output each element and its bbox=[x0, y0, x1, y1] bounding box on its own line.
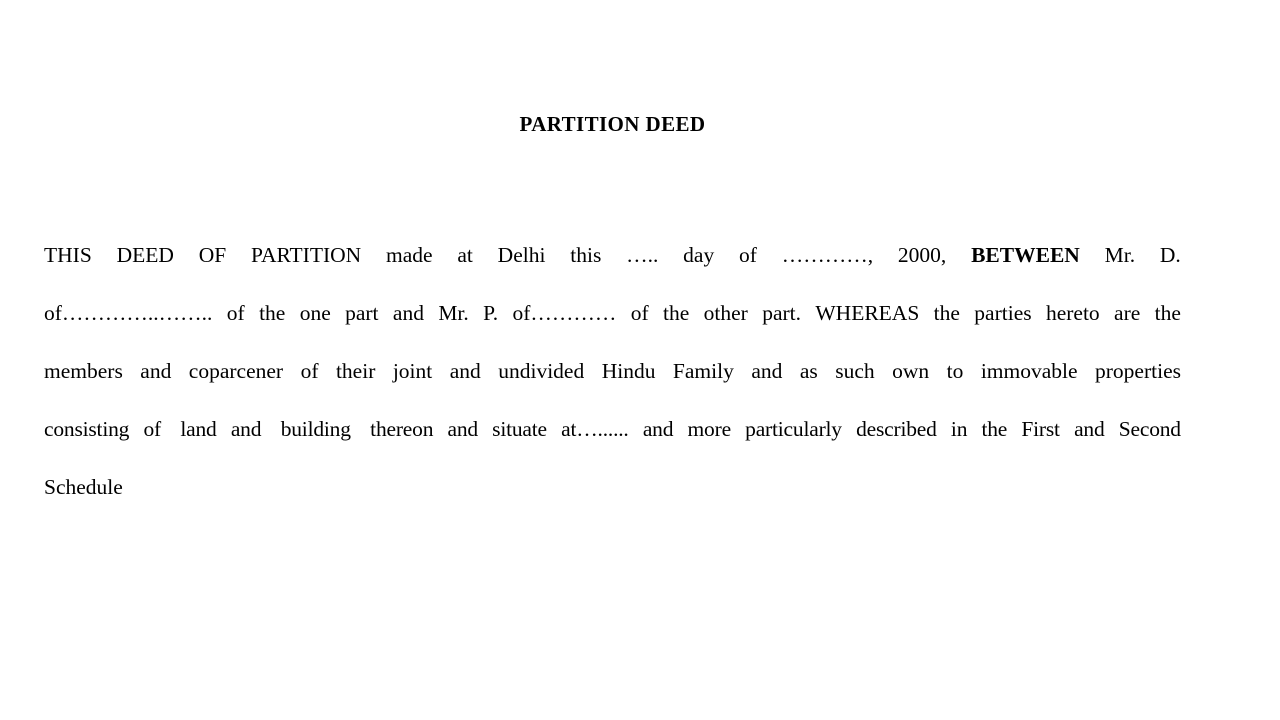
word: hereto bbox=[1045, 301, 1100, 325]
word: parties bbox=[974, 301, 1032, 325]
word: particularly bbox=[745, 417, 842, 441]
word: Second bbox=[1118, 417, 1181, 441]
word: and bbox=[642, 417, 674, 441]
word: are bbox=[1114, 301, 1141, 325]
page-title: PARTITION DEED bbox=[519, 112, 706, 136]
year-value: 2000, bbox=[897, 243, 947, 267]
word: other bbox=[703, 301, 748, 325]
word: own bbox=[892, 359, 930, 383]
word: and bbox=[1074, 417, 1105, 441]
word: to bbox=[946, 359, 964, 383]
party-initial-first: D. bbox=[1159, 243, 1181, 267]
word: immovable bbox=[980, 359, 1078, 383]
word: and bbox=[392, 301, 424, 325]
word: the bbox=[663, 301, 690, 325]
paragraph-line-4: consisting of land and building thereon … bbox=[44, 400, 1181, 458]
word: members bbox=[44, 359, 123, 383]
word: and bbox=[140, 359, 172, 383]
word: joint bbox=[392, 359, 433, 383]
word: undivided bbox=[498, 359, 585, 383]
party-name-first: Mr. bbox=[1104, 243, 1136, 267]
keyword-whereas: WHEREAS bbox=[815, 301, 920, 325]
party-name-second: Mr. bbox=[438, 301, 469, 325]
party-initial-second: P. bbox=[483, 301, 499, 325]
paragraph-line-5: Schedule bbox=[44, 458, 1181, 516]
word: Family bbox=[672, 359, 734, 383]
word: of bbox=[226, 301, 245, 325]
word: DEED bbox=[116, 243, 174, 267]
word: their bbox=[335, 359, 376, 383]
word: thereon bbox=[365, 417, 434, 441]
word: one bbox=[299, 301, 331, 325]
paragraph-line-1: THIS DEED OF PARTITION made at Delhi thi… bbox=[44, 226, 1181, 284]
word: of bbox=[143, 417, 161, 441]
word: coparcener bbox=[188, 359, 284, 383]
document-page: PARTITION DEED THIS DEED OF PARTITION ma… bbox=[0, 0, 1280, 720]
word: consisting bbox=[44, 417, 130, 441]
word: made bbox=[385, 243, 433, 267]
word: OF bbox=[198, 243, 227, 267]
word: Hindu bbox=[601, 359, 656, 383]
blank-fill: at…...... bbox=[561, 417, 629, 441]
word: situate bbox=[492, 417, 547, 441]
word: and bbox=[449, 359, 481, 383]
word: PARTITION bbox=[250, 243, 362, 267]
word: properties bbox=[1095, 359, 1181, 383]
word: the bbox=[1154, 301, 1181, 325]
word: part bbox=[345, 301, 379, 325]
word: the bbox=[933, 301, 960, 325]
word: the bbox=[259, 301, 286, 325]
word: Delhi bbox=[497, 243, 546, 267]
word: of bbox=[630, 301, 649, 325]
word: Schedule bbox=[44, 475, 123, 499]
word: land bbox=[175, 417, 217, 441]
blank-fill: of…………..…….. bbox=[44, 301, 213, 325]
word: and bbox=[230, 417, 262, 441]
word: this bbox=[570, 243, 602, 267]
word: of bbox=[739, 243, 757, 267]
paragraph-line-2: of…………..…….. of the one part and Mr. P. … bbox=[44, 284, 1181, 342]
word: First bbox=[1021, 417, 1060, 441]
word: and bbox=[751, 359, 783, 383]
word: in bbox=[950, 417, 968, 441]
word: more bbox=[687, 417, 732, 441]
deed-paragraph: THIS DEED OF PARTITION made at Delhi thi… bbox=[44, 226, 1181, 516]
word: day bbox=[683, 243, 715, 267]
word: at bbox=[457, 243, 473, 267]
paragraph-line-3: members and coparcener of their joint an… bbox=[44, 342, 1181, 400]
word: and bbox=[447, 417, 478, 441]
word: building bbox=[275, 417, 351, 441]
blank-fill: ….. bbox=[626, 243, 659, 267]
word: described bbox=[856, 417, 937, 441]
keyword-between: BETWEEN bbox=[971, 243, 1080, 267]
word: of bbox=[300, 359, 319, 383]
blank-fill: …………, bbox=[781, 243, 874, 267]
word: part. bbox=[762, 301, 802, 325]
word: the bbox=[981, 417, 1008, 441]
word: THIS bbox=[44, 243, 92, 267]
blank-fill: of………… bbox=[512, 301, 617, 325]
word: as bbox=[799, 359, 818, 383]
word: such bbox=[835, 359, 875, 383]
